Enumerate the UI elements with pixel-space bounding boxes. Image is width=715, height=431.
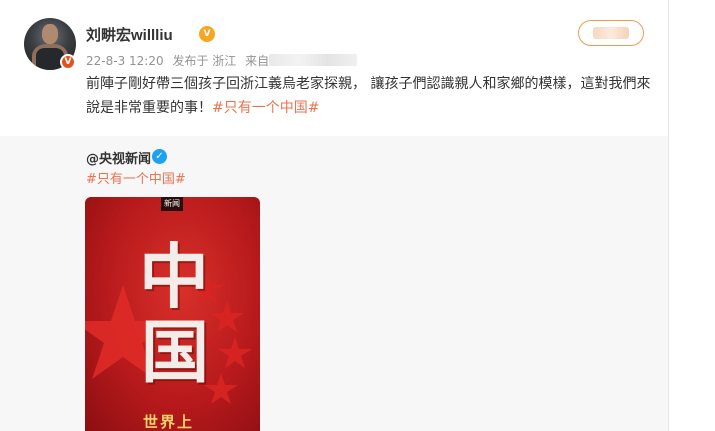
repost-poster-image[interactable]: 新闻 中 国 世界上 [85, 197, 260, 431]
poster-char-2: 国 [141, 313, 210, 393]
repost-hashtag-link[interactable]: #只有一个中国# [86, 168, 186, 187]
news-badge: 新闻 [161, 197, 183, 211]
poster-small-star [210, 301, 244, 332]
post-hashtag-link[interactable]: #只有一个中国# [212, 100, 319, 116]
card-right-border [668, 0, 669, 431]
post-text: 前陣子剛好帶三個孩子回浙江義烏老家探親， 讓孩子們認識親人和家鄉的模樣，這對我們… [86, 72, 656, 120]
redacted-source [269, 54, 358, 66]
post-from-label: 来自 [245, 54, 270, 68]
follow-button-label-redacted [593, 27, 629, 39]
post-meta: 22-8-3 12:20 发布于 浙江 来自 [86, 52, 362, 68]
poster-small-star [218, 337, 252, 368]
poster-caption: 世界上 [143, 413, 195, 431]
post-body-text: 前陣子剛好帶三個孩子回浙江義烏老家探親， 讓孩子們認識親人和家鄉的模樣，這對我們… [86, 76, 651, 116]
post-date[interactable]: 22-8-3 12:20 [86, 54, 164, 68]
verified-badge-icon: V [60, 54, 76, 70]
avatar-face [42, 24, 58, 44]
follow-button[interactable] [578, 20, 644, 46]
post-location: 发布于 浙江 [172, 54, 237, 68]
username-link[interactable]: 刘畊宏willliu [86, 24, 173, 45]
page-right-margin [668, 0, 715, 431]
blue-verified-icon: ✓ [152, 149, 167, 164]
poster-small-star [204, 373, 238, 404]
repost-author-link[interactable]: @央视新闻 [86, 148, 151, 167]
vip-icon[interactable]: V [199, 26, 215, 42]
